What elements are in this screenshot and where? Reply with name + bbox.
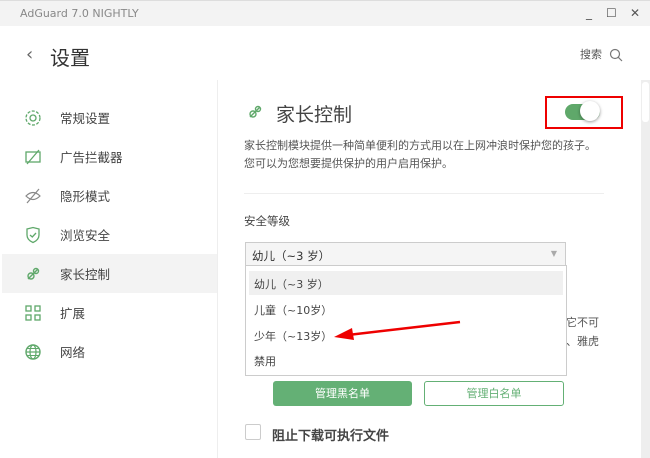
selected-value: 幼儿（~3 岁） — [252, 249, 331, 263]
sidebar-item-label: 广告拦截器 — [60, 150, 123, 165]
sidebar-item-label: 常规设置 — [60, 111, 111, 126]
manage-whitelist-button[interactable]: 管理白名单 — [424, 381, 564, 406]
option-toddler[interactable]: 幼儿（~3 岁） — [249, 271, 563, 295]
sidebar: 常规设置 广告拦截器 隐形模式 浏览安全 家长控制 扩展 网络 — [0, 80, 218, 458]
search-button[interactable]: 搜索 — [580, 46, 623, 62]
block-executables-label: 阻止下载可执行文件 — [272, 429, 390, 444]
sidebar-item-label: 隐形模式 — [60, 189, 111, 204]
sidebar-item-adblocker[interactable]: 广告拦截器 — [2, 137, 217, 176]
globe-icon — [25, 343, 41, 360]
maximize-button[interactable]: ☐ — [606, 6, 617, 20]
sidebar-item-network[interactable]: 网络 — [2, 332, 217, 371]
scrollbar[interactable] — [641, 80, 650, 458]
pacifier-icon — [27, 267, 40, 280]
gear-icon — [25, 109, 41, 126]
obscured-text: 、雅虎 — [566, 335, 599, 348]
shield-icon — [26, 226, 40, 243]
divider — [244, 193, 604, 194]
page-title: 设置 — [50, 46, 90, 70]
security-level-select[interactable]: 幼儿（~3 岁） ▼ — [245, 242, 566, 266]
red-arrow-annotation — [334, 320, 461, 340]
description: 家长控制模块提供一种简单便利的方式用以在上网冲浪时保护您的孩子。您可以为您想要提… — [244, 139, 596, 170]
sidebar-item-general[interactable]: 常规设置 — [2, 98, 217, 137]
sidebar-item-extensions[interactable]: 扩展 — [2, 293, 217, 332]
search-icon — [609, 48, 622, 62]
sidebar-item-stealth[interactable]: 隐形模式 — [2, 176, 217, 215]
pacifier-icon — [249, 105, 262, 118]
close-button[interactable]: ✕ — [630, 6, 640, 20]
toggle-knob[interactable] — [580, 101, 600, 121]
search-label: 搜索 — [580, 48, 602, 61]
block-executables-checkbox[interactable] — [245, 424, 261, 440]
section-title: 家长控制 — [276, 104, 353, 126]
title-bar: AdGuard 7.0 NIGHTLY _ ☐ ✕ — [0, 0, 650, 26]
option-disabled[interactable]: 禁用 — [249, 348, 563, 372]
sidebar-item-label: 浏览安全 — [60, 228, 111, 243]
obscured-text: 它不可 — [566, 316, 599, 329]
sidebar-item-label: 家长控制 — [60, 267, 111, 282]
back-button[interactable]: ‹ — [26, 44, 33, 65]
sidebar-item-browsing-security[interactable]: 浏览安全 — [2, 215, 217, 254]
sidebar-item-parental-control[interactable]: 家长控制 — [2, 254, 217, 293]
manage-blacklist-button[interactable]: 管理黑名单 — [273, 381, 412, 406]
ad-block-icon — [25, 149, 41, 164]
sidebar-item-label: 网络 — [60, 345, 86, 360]
eye-off-icon — [25, 188, 41, 203]
security-level-label: 安全等级 — [244, 214, 290, 228]
scrollbar-thumb[interactable] — [642, 82, 649, 122]
sidebar-item-label: 扩展 — [60, 306, 86, 321]
minimize-button[interactable]: _ — [586, 6, 592, 20]
chevron-down-icon: ▼ — [550, 249, 558, 258]
grid-icon — [25, 304, 41, 321]
app-title: AdGuard 7.0 NIGHTLY — [20, 7, 139, 20]
